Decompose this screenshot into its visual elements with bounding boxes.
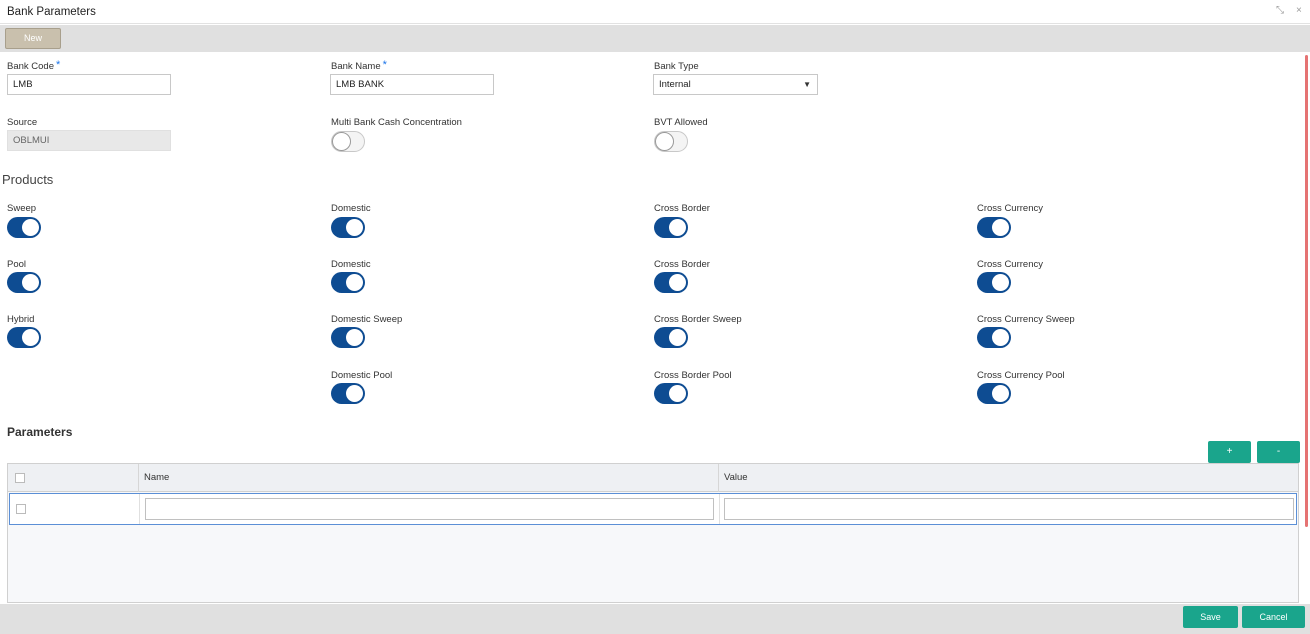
value-input[interactable] <box>724 498 1294 520</box>
pool-label: Pool <box>7 259 27 270</box>
cross-currency-pool-label: Cross Currency Pool <box>977 370 1065 381</box>
minimize-icon[interactable]: ⤡ <box>1276 5 1284 16</box>
toggle-knob <box>669 274 686 291</box>
new-button[interactable]: New <box>5 28 61 49</box>
toggle-knob <box>346 219 363 236</box>
window-titlebar: Bank Parameters ⤡ × <box>0 0 1310 24</box>
pool-cross-border-toggle[interactable] <box>654 272 688 293</box>
sweep-toggle[interactable] <box>7 217 41 238</box>
source-label: Source <box>7 117 38 128</box>
cross-currency-sweep-label: Cross Currency Sweep <box>977 314 1075 325</box>
column-header-name[interactable]: Name <box>139 464 719 492</box>
cross-currency-pool-toggle[interactable] <box>977 383 1011 404</box>
footer-bar: Save Cancel <box>0 604 1310 634</box>
sweep-label: Sweep <box>7 203 37 214</box>
domestic-sweep-label: Domestic Sweep <box>331 314 403 325</box>
toggle-knob <box>332 132 351 151</box>
bvt-allowed-toggle[interactable] <box>654 131 688 152</box>
toggle-knob <box>346 385 363 402</box>
required-marker: * <box>382 59 387 71</box>
toggle-knob <box>22 219 39 236</box>
toggle-knob <box>655 132 674 151</box>
toggle-knob <box>669 385 686 402</box>
vertical-scrollbar[interactable] <box>1305 55 1308 527</box>
toggle-knob <box>992 274 1009 291</box>
table-row[interactable] <box>9 493 1297 525</box>
toolbar: New <box>0 25 1310 52</box>
value-cell <box>720 494 1296 524</box>
save-button[interactable]: Save <box>1183 606 1238 628</box>
row-checkbox[interactable] <box>16 504 26 514</box>
cancel-button[interactable]: Cancel <box>1242 606 1305 628</box>
multi-bank-toggle[interactable] <box>331 131 365 152</box>
select-all-checkbox[interactable] <box>15 473 25 483</box>
window-title: Bank Parameters <box>7 6 96 18</box>
source-input: OBLMUI <box>7 130 171 151</box>
toggle-knob <box>22 329 39 346</box>
parameters-grid: Name Value <box>7 463 1299 603</box>
cross-border-pool-label: Cross Border Pool <box>654 370 732 381</box>
bank-name-label-text: Bank Name <box>331 61 381 72</box>
close-icon[interactable]: × <box>1296 5 1302 16</box>
pool-cross-currency-label: Cross Currency <box>977 259 1043 270</box>
bank-name-label: Bank Name * <box>331 59 387 72</box>
sweep-cross-border-toggle[interactable] <box>654 217 688 238</box>
bvt-allowed-label: BVT Allowed <box>654 117 708 128</box>
domestic-pool-label: Domestic Pool <box>331 370 393 381</box>
toggle-knob <box>992 329 1009 346</box>
toggle-knob <box>22 274 39 291</box>
pool-cross-currency-toggle[interactable] <box>977 272 1011 293</box>
bank-type-select[interactable]: Internal ▼ <box>653 74 818 95</box>
domestic-pool-toggle[interactable] <box>331 383 365 404</box>
required-marker: * <box>56 59 61 71</box>
sweep-cross-border-label: Cross Border <box>654 203 710 214</box>
domestic-sweep-toggle[interactable] <box>331 327 365 348</box>
toggle-knob <box>669 219 686 236</box>
add-row-button[interactable]: + <box>1208 441 1251 463</box>
bank-type-label: Bank Type <box>654 61 699 72</box>
remove-row-button[interactable]: - <box>1257 441 1300 463</box>
hybrid-toggle[interactable] <box>7 327 41 348</box>
hybrid-label: Hybrid <box>7 314 35 325</box>
toggle-knob <box>346 274 363 291</box>
chevron-down-icon: ▼ <box>803 80 811 89</box>
multi-bank-label: Multi Bank Cash Concentration <box>331 117 462 128</box>
grid-header: Name Value <box>8 464 1298 492</box>
cross-currency-sweep-toggle[interactable] <box>977 327 1011 348</box>
name-input[interactable] <box>145 498 714 520</box>
sweep-cross-currency-toggle[interactable] <box>977 217 1011 238</box>
pool-domestic-toggle[interactable] <box>331 272 365 293</box>
pool-domestic-label: Domestic <box>331 259 371 270</box>
cross-border-sweep-label: Cross Border Sweep <box>654 314 742 325</box>
cross-border-pool-toggle[interactable] <box>654 383 688 404</box>
select-all-cell <box>8 464 139 492</box>
products-title: Products <box>2 172 54 187</box>
bank-name-input[interactable]: LMB BANK <box>330 74 494 95</box>
sweep-domestic-label: Domestic <box>331 203 371 214</box>
cross-border-sweep-toggle[interactable] <box>654 327 688 348</box>
pool-cross-border-label: Cross Border <box>654 259 710 270</box>
bank-code-label: Bank Code * <box>7 59 61 72</box>
bank-code-label-text: Bank Code <box>7 61 55 72</box>
pool-toggle[interactable] <box>7 272 41 293</box>
toggle-knob <box>669 329 686 346</box>
toggle-knob <box>992 385 1009 402</box>
column-header-value[interactable]: Value <box>719 464 1298 492</box>
row-select-cell <box>10 494 140 524</box>
parameters-title: Parameters <box>7 425 73 439</box>
toggle-knob <box>346 329 363 346</box>
toggle-knob <box>992 219 1009 236</box>
sweep-cross-currency-label: Cross Currency <box>977 203 1043 214</box>
sweep-domestic-toggle[interactable] <box>331 217 365 238</box>
bank-code-input[interactable]: LMB <box>7 74 171 95</box>
name-cell <box>140 494 720 524</box>
bank-type-value: Internal <box>659 79 691 90</box>
